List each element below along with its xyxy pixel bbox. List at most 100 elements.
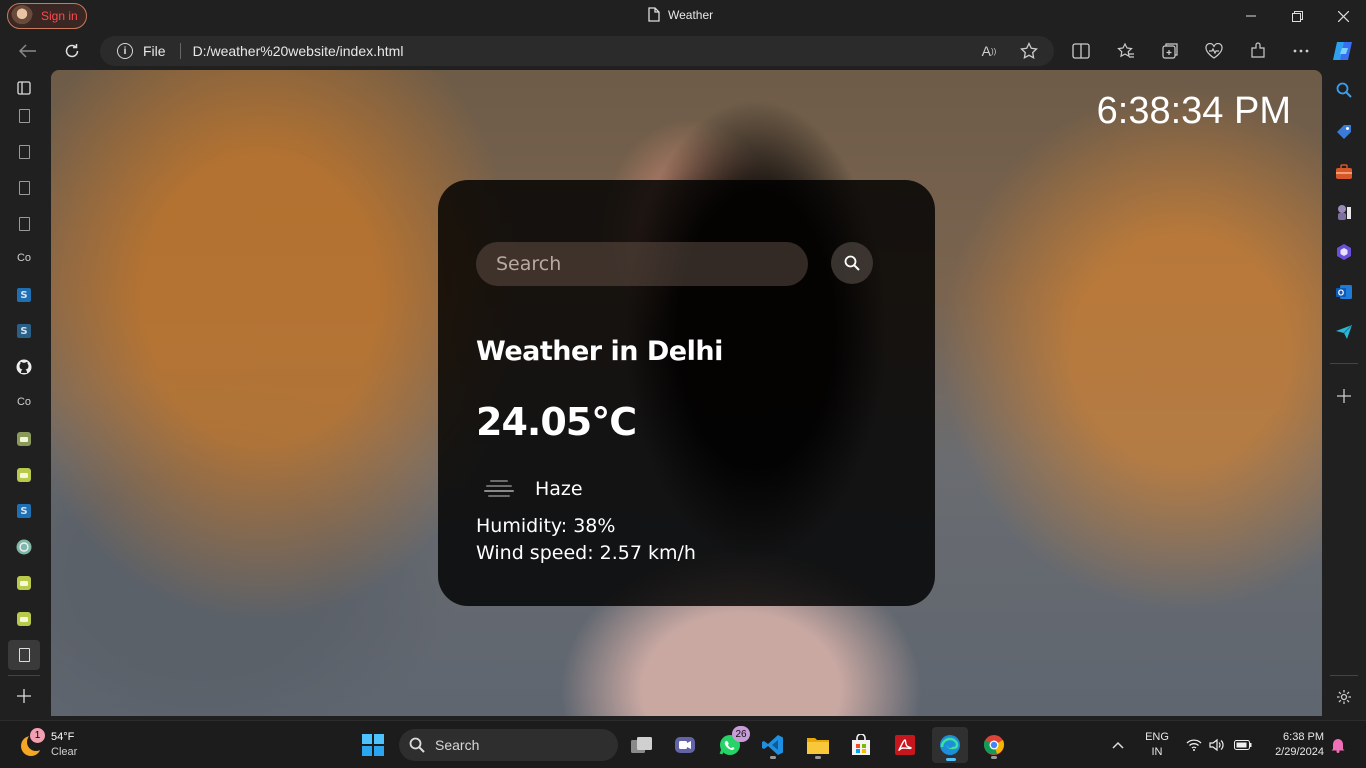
url-text[interactable]: D:/weather%20website/index.html [193, 43, 404, 59]
search-button[interactable] [831, 242, 873, 284]
sidebar-divider-bottom [1330, 675, 1358, 676]
system-time: 6:38 PM [1283, 731, 1324, 743]
search-icon[interactable] [1334, 80, 1354, 100]
avatar [11, 5, 33, 27]
search-box[interactable] [476, 242, 808, 286]
tab-github-icon[interactable] [14, 357, 34, 377]
start-button[interactable] [357, 729, 389, 761]
file-explorer-button[interactable] [802, 729, 834, 761]
signin-button[interactable]: Sign in [7, 3, 87, 29]
close-icon [1337, 10, 1349, 22]
tab-s-icon-1[interactable]: S [14, 285, 34, 305]
weather-condition: Haze [535, 478, 583, 500]
tab-active-page[interactable] [8, 640, 40, 670]
back-button[interactable] [12, 35, 44, 67]
widget-badge: 1 [30, 728, 45, 743]
browser-essentials-icon[interactable] [1202, 39, 1226, 63]
edge-sidebar: O [1322, 70, 1366, 720]
tab-green-icon-1[interactable] [14, 429, 34, 449]
teams-meet-button[interactable] [669, 729, 701, 761]
humidity-text: Humidity: 38% [476, 515, 616, 537]
language-line-2: IN [1151, 746, 1163, 758]
vscode-button[interactable] [757, 729, 789, 761]
edge-button[interactable] [932, 727, 968, 763]
weather-widget[interactable]: 1 54°F Clear [18, 728, 98, 762]
tab-s-icon-2[interactable]: S [14, 321, 34, 341]
wifi-icon[interactable] [1184, 729, 1204, 761]
games-icon[interactable] [1334, 202, 1354, 222]
store-button[interactable] [845, 729, 877, 761]
pdf-icon [895, 735, 915, 755]
tab-page-icon-4[interactable] [14, 214, 34, 234]
page-icon [648, 7, 660, 22]
volume-icon[interactable] [1207, 729, 1227, 761]
read-aloud-icon[interactable]: A)) [980, 42, 998, 60]
page-viewport: 6:38:34 PM Weather in Delhi 24.05°C Haze… [51, 70, 1322, 716]
toolbar: i File D:/weather%20website/index.html A… [0, 32, 1366, 70]
add-sidebar-app-button[interactable] [1334, 386, 1354, 406]
plus-icon [17, 689, 31, 703]
show-hidden-icons-button[interactable] [1104, 729, 1132, 761]
new-tab-button[interactable] [14, 686, 34, 706]
sidebar-settings-button[interactable] [1334, 687, 1354, 707]
task-view-button[interactable] [626, 729, 658, 761]
window-title-text: Weather [668, 7, 714, 22]
taskbar-search[interactable]: Search [399, 729, 618, 761]
tab-green-icon-4[interactable] [14, 609, 34, 629]
system-clock[interactable]: 6:38 PM 2/29/2024 [1262, 729, 1328, 761]
tools-briefcase-icon[interactable] [1334, 162, 1354, 182]
chevron-up-icon [1112, 741, 1124, 749]
tab-s-icon-3[interactable]: S [14, 501, 34, 521]
split-screen-icon[interactable] [1069, 39, 1093, 63]
edge-icon [940, 735, 960, 755]
tab-page-icon-3[interactable] [14, 178, 34, 198]
shopping-tag-icon[interactable] [1334, 122, 1354, 142]
tab-page-icon-2[interactable] [14, 142, 34, 162]
tab-actions-icon[interactable] [14, 78, 34, 98]
whatsapp-badge: 26 [732, 726, 750, 742]
windows-icon [362, 734, 384, 756]
favorite-star-icon[interactable] [1020, 42, 1038, 60]
close-button[interactable] [1320, 0, 1366, 32]
tab-green-icon-3[interactable] [14, 573, 34, 593]
tab-chatgpt-icon[interactable] [14, 537, 34, 557]
folder-icon [807, 738, 829, 754]
more-menu-icon[interactable] [1289, 39, 1313, 63]
title-bar: Sign in Weather [0, 0, 1366, 32]
pdf-reader-button[interactable] [889, 729, 921, 761]
tab-page-icon-1[interactable] [14, 106, 34, 126]
sidebar-divider [8, 675, 40, 676]
chrome-icon [983, 735, 1005, 755]
refresh-button[interactable] [56, 35, 88, 67]
favorites-icon[interactable] [1114, 39, 1138, 63]
chrome-button[interactable] [978, 729, 1010, 761]
search-input[interactable] [496, 253, 786, 275]
microsoft-365-icon[interactable] [1334, 242, 1354, 262]
widget-condition: Clear [51, 746, 78, 758]
notifications-button[interactable] [1328, 729, 1348, 761]
whatsapp-button[interactable]: 26 [714, 726, 750, 761]
window-title: Weather [648, 7, 713, 22]
haze-icon [484, 476, 516, 500]
language-indicator[interactable]: ENG IN [1140, 729, 1174, 761]
tab-green-icon-2[interactable] [14, 465, 34, 485]
system-date: 2/29/2024 [1275, 746, 1324, 758]
extensions-icon[interactable] [1246, 39, 1270, 63]
language-line-1: ENG [1145, 731, 1169, 743]
minimize-icon [1246, 15, 1256, 17]
video-call-icon [675, 737, 695, 753]
vertical-tabs-sidebar: Co S S Co S [0, 70, 50, 720]
drop-send-icon[interactable] [1334, 322, 1354, 342]
address-bar[interactable]: i File D:/weather%20website/index.html A… [100, 36, 1054, 66]
restore-button[interactable] [1274, 0, 1320, 32]
tab-co-2[interactable]: Co [14, 392, 34, 412]
outlook-icon[interactable]: O [1334, 282, 1354, 302]
search-icon [844, 255, 860, 271]
info-icon[interactable]: i [117, 43, 133, 59]
copilot-icon[interactable] [1331, 39, 1355, 63]
battery-icon[interactable] [1232, 729, 1254, 761]
collections-icon[interactable] [1158, 39, 1182, 63]
minimize-button[interactable] [1228, 0, 1274, 32]
tab-co-1[interactable]: Co [14, 248, 34, 268]
weather-title: Weather in Delhi [476, 336, 723, 367]
